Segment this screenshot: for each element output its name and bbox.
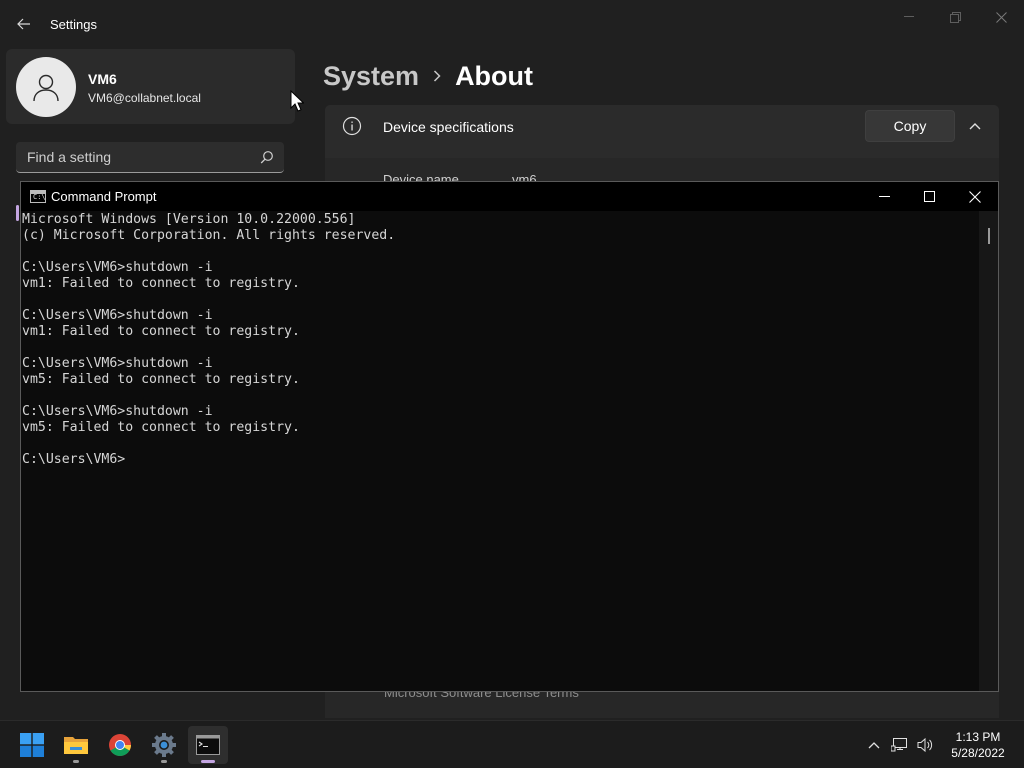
maximize-icon [923, 191, 935, 202]
terminal-scrollbar[interactable] [979, 211, 998, 691]
user-email: VM6@collabnet.local [88, 91, 201, 105]
minimize-icon [904, 16, 914, 17]
terminal-line: vm1: Failed to connect to registry. [22, 276, 300, 291]
terminal-line: vm5: Failed to connect to registry. [22, 420, 300, 435]
settings-titlebar: Settings [0, 0, 1024, 48]
terminal-taskbar-button[interactable] [188, 726, 228, 764]
terminal-icon [196, 735, 220, 755]
search-icon[interactable] [260, 150, 274, 164]
close-icon [969, 190, 981, 203]
info-icon [342, 116, 362, 136]
chrome-icon [109, 734, 131, 756]
mouse-cursor-icon [290, 90, 304, 112]
terminal-line: vm1: Failed to connect to registry. [22, 324, 300, 339]
terminal-line: Microsoft Windows [Version 10.0.22000.55… [22, 212, 356, 227]
cmd-app-icon: C:\ [30, 190, 46, 203]
copy-button[interactable]: Copy [865, 110, 955, 142]
terminal-line: (c) Microsoft Corporation. All rights re… [22, 228, 396, 243]
scrollbar-thumb[interactable] [988, 228, 990, 244]
terminal-line: C:\Users\VM6>shutdown -i [22, 356, 213, 371]
cmd-close-button[interactable] [952, 182, 998, 211]
terminal-line: C:\Users\VM6>shutdown -i [22, 260, 213, 275]
system-clock[interactable]: 1:13 PM 5/28/2022 [944, 729, 1012, 761]
settings-minimize-button[interactable] [886, 6, 932, 28]
running-indicator [161, 760, 167, 763]
terminal-line: C:\Users\VM6>shutdown -i [22, 404, 213, 419]
avatar [16, 57, 76, 117]
show-hidden-icons-button[interactable] [864, 735, 884, 755]
device-specifications-header[interactable]: Device specifications Copy [325, 105, 999, 158]
terminal-output[interactable]: Microsoft Windows [Version 10.0.22000.55… [21, 211, 979, 691]
settings-gear-icon [152, 733, 176, 757]
chevron-right-icon [433, 70, 441, 82]
settings-taskbar-button[interactable] [144, 726, 184, 764]
clock-date: 5/28/2022 [951, 746, 1005, 760]
user-name: VM6 [88, 71, 117, 87]
start-icon [20, 733, 44, 757]
taskbar: 1:13 PM 5/28/2022 [0, 720, 1024, 768]
settings-restore-button[interactable] [932, 6, 978, 28]
terminal-line: vm5: Failed to connect to registry. [22, 372, 300, 387]
cmd-maximize-button[interactable] [906, 182, 952, 211]
active-indicator [201, 760, 215, 763]
collapse-button[interactable] [963, 114, 987, 138]
breadcrumb: System About [323, 58, 533, 94]
terminal-line: C:\Users\VM6> [22, 452, 126, 467]
restore-icon [949, 11, 961, 23]
arrow-left-icon [17, 18, 30, 30]
volume-button[interactable] [916, 735, 936, 755]
cmd-titlebar[interactable]: C:\ Command Prompt [21, 182, 998, 211]
network-icon [891, 738, 907, 752]
device-specifications-title: Device specifications [383, 119, 514, 135]
terminal-line: C:\Users\VM6>shutdown -i [22, 308, 213, 323]
cmd-window-title: Command Prompt [51, 189, 157, 204]
chevron-up-icon [969, 123, 981, 130]
app-title: Settings [50, 17, 97, 32]
page-title: About [455, 60, 534, 91]
back-button[interactable] [12, 12, 36, 36]
file-explorer-icon [64, 737, 88, 754]
network-button[interactable] [890, 735, 910, 755]
start-button[interactable] [12, 726, 52, 764]
file-explorer-button[interactable] [56, 726, 96, 764]
user-profile-card[interactable]: VM6 VM6@collabnet.local [6, 49, 295, 124]
search-input[interactable] [16, 142, 246, 172]
command-prompt-window: C:\ Command Prompt Microsoft Windows [Ve… [20, 181, 999, 692]
clock-time: 1:13 PM [955, 730, 1001, 744]
breadcrumb-system[interactable]: System [323, 61, 419, 92]
chrome-button[interactable] [100, 726, 140, 764]
nav-selection-indicator [16, 205, 19, 221]
cmd-minimize-button[interactable] [861, 182, 907, 211]
user-icon [33, 74, 59, 102]
volume-icon [917, 737, 933, 753]
close-icon [995, 11, 1007, 23]
running-indicator [73, 760, 79, 763]
chevron-up-icon [868, 742, 880, 749]
minimize-icon [878, 195, 890, 197]
settings-search-box [16, 142, 284, 173]
settings-close-button[interactable] [978, 6, 1024, 28]
